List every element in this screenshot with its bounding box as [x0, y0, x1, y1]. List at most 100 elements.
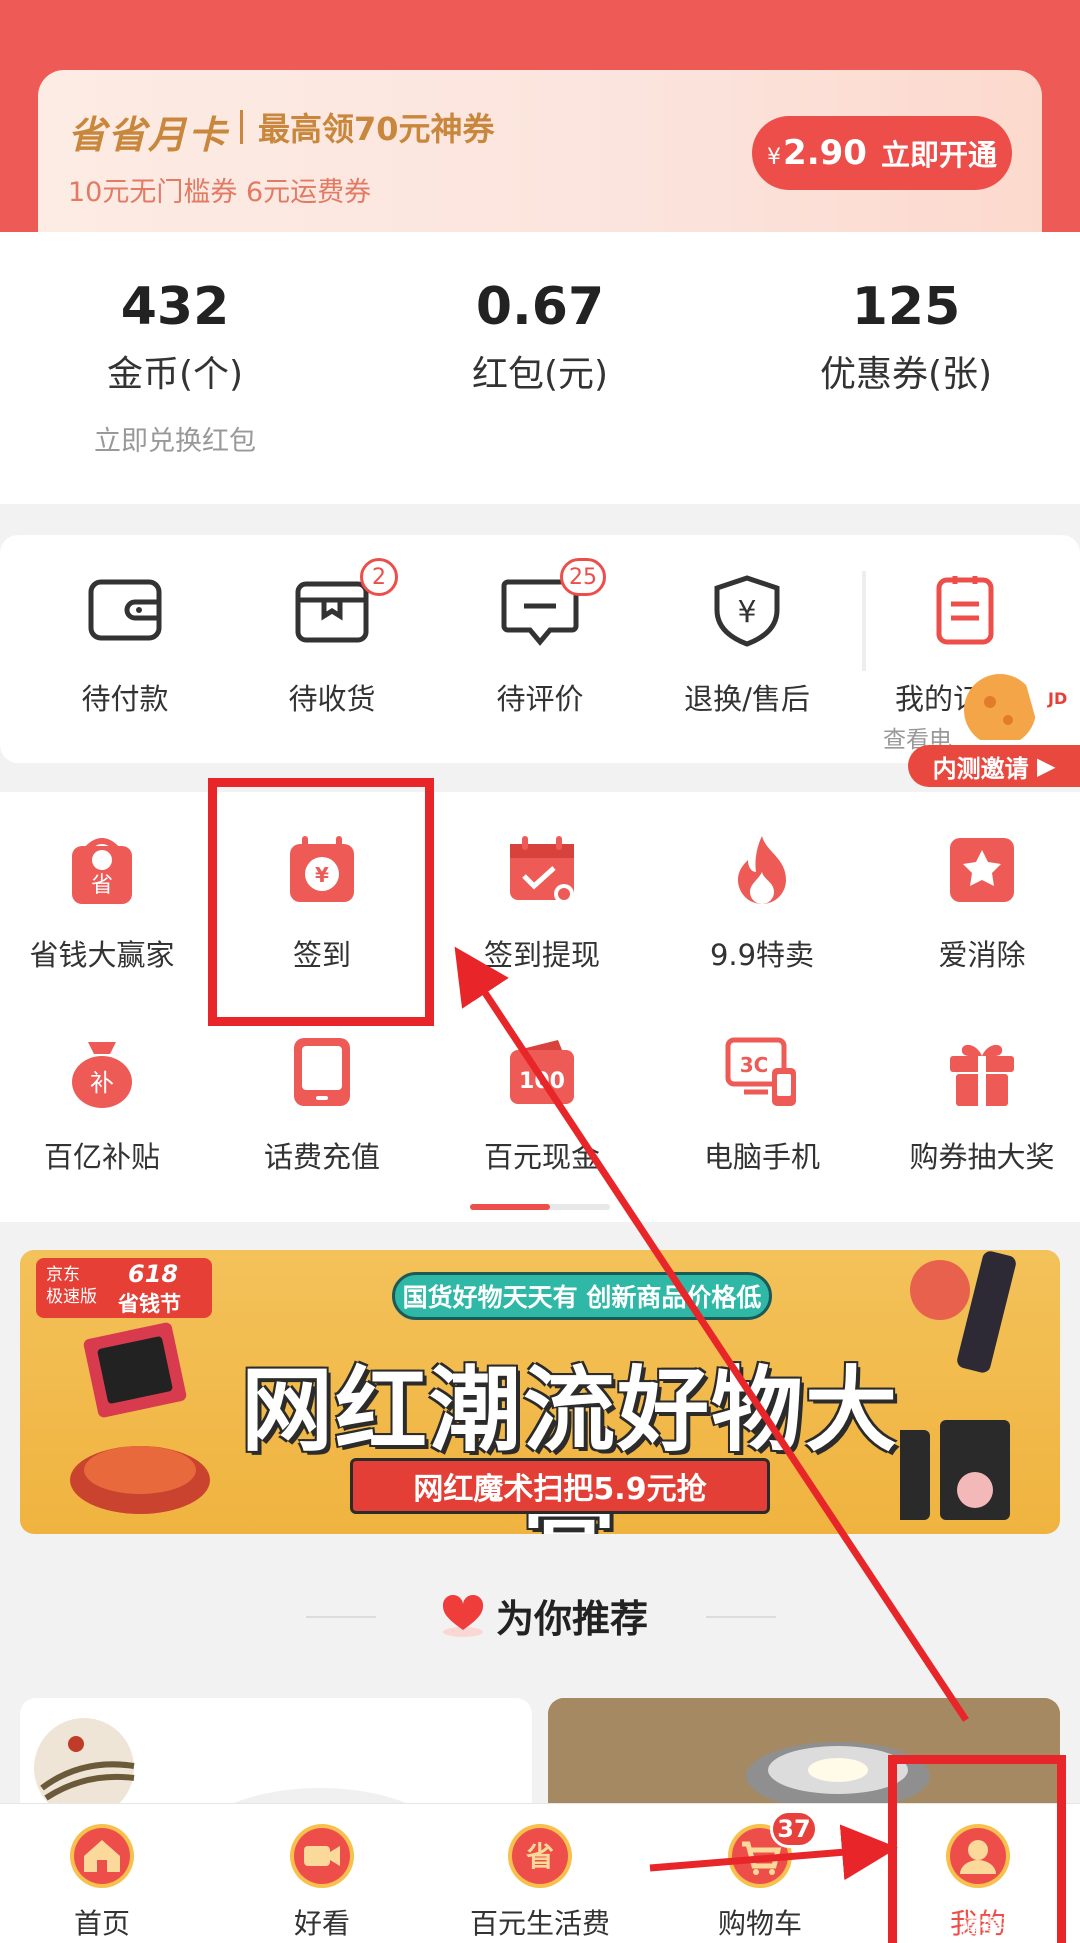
home-icon — [66, 1820, 138, 1892]
service-check-in-cashout[interactable]: 签到提现 — [432, 832, 652, 974]
member-card-brand: 省省月卡 — [68, 113, 229, 157]
member-card[interactable]: 省省月卡 最高领70元神券 10元无门槛券 6元运费券 ¥ 2.90 立即开通 — [38, 70, 1042, 232]
currency-symbol: ¥ — [767, 144, 782, 170]
product-image — [34, 1718, 433, 1818]
order-label: 待付款 — [81, 682, 169, 716]
watermark: 值得买 — [960, 1914, 1020, 1938]
membership-price: 2.90 — [783, 133, 867, 173]
svg-text:¥: ¥ — [737, 595, 756, 630]
service-label: 签到提现 — [483, 938, 600, 972]
tab-label: 百元生活费 — [469, 1907, 610, 1940]
red-packet-label: 红包(元) — [471, 354, 609, 395]
wallet-icon — [85, 570, 165, 650]
member-card-subtitle: 10元无门槛券 6元运费券 — [68, 177, 372, 208]
asset-coupons[interactable]: 125 优惠券(张) — [756, 277, 1056, 397]
video-icon — [286, 1820, 358, 1892]
save-icon: 省 — [504, 1820, 576, 1892]
flame-icon — [724, 832, 800, 908]
tab-label: 首页 — [73, 1907, 130, 1940]
banner-product-image — [70, 1322, 210, 1514]
heart-icon — [442, 1594, 484, 1637]
service-money-winner[interactable]: 省 省钱大赢家 — [0, 832, 212, 974]
tab-cart[interactable]: 37 购物车 — [660, 1810, 860, 1942]
service-label: 百亿补贴 — [43, 1140, 160, 1174]
services-grid: 省 省钱大赢家 ¥ 签到 签到提现 9.9特卖 爱消除 补 百亿补贴 话费充值 … — [0, 792, 1080, 1222]
order-after-sales[interactable]: ¥ 退换/售后 — [657, 570, 837, 718]
highlight-box-check-in — [208, 778, 434, 1026]
asset-red-packet[interactable]: 0.67 红包(元) — [390, 277, 690, 397]
service-label: 购券抽大奖 — [909, 1140, 1055, 1174]
banner-strip: 国货好物天天有 创新商品价格低 — [392, 1272, 772, 1320]
tab-home[interactable]: 首页 — [2, 1820, 202, 1942]
gift-icon — [944, 1034, 1020, 1110]
calendar-check-icon — [504, 832, 580, 908]
service-label: 百元现金 — [483, 1140, 600, 1174]
coins-value: 432 — [120, 277, 230, 337]
asset-coins[interactable]: 432 金币(个) 立即兑换红包 — [25, 277, 325, 458]
order-label: 退换/售后 — [684, 682, 810, 716]
divider — [706, 1616, 776, 1618]
svg-text:省: 省 — [91, 873, 113, 898]
cash-wallet-icon: 100 — [504, 1034, 580, 1110]
service-match-game[interactable]: 爱消除 — [872, 832, 1080, 974]
package-icon: 2 — [292, 558, 398, 650]
svg-text:JD: JD — [1047, 689, 1067, 708]
service-subsidy[interactable]: 补 百亿补贴 — [0, 1034, 212, 1176]
tab-label: 购物车 — [717, 1907, 802, 1940]
order-pending-review[interactable]: 25 待评价 — [450, 558, 630, 718]
coupons-value: 125 — [851, 277, 961, 337]
tab-living-allowance[interactable]: 省 百元生活费 — [440, 1820, 640, 1942]
grid-scroll-indicator — [470, 1204, 610, 1210]
svg-text:100: 100 — [519, 1069, 565, 1094]
service-cash[interactable]: 100 百元现金 — [432, 1034, 652, 1176]
tablet-icon — [284, 1034, 360, 1110]
star-tile-icon — [944, 832, 1020, 908]
refund-icon: ¥ — [707, 570, 787, 650]
coins-label: 金币(个) — [106, 354, 244, 395]
service-label: 爱消除 — [938, 938, 1026, 972]
promo-banner[interactable]: 京东极速版 618 省钱节 国货好物天天有 创新商品价格低 网红潮流好物大赏 网… — [20, 1250, 1060, 1534]
order-badge: 2 — [360, 558, 398, 596]
service-coupon-lottery[interactable]: 购券抽大奖 — [872, 1034, 1080, 1176]
service-phone-topup[interactable]: 话费充值 — [212, 1034, 432, 1176]
tab-label: 好看 — [293, 1907, 350, 1940]
banner-cta[interactable]: 网红魔术扫把5.9元抢 — [350, 1458, 770, 1514]
service-label: 话费充值 — [263, 1140, 380, 1174]
recommend-header: 为你推荐 — [0, 1580, 1080, 1650]
redeem-link[interactable]: 立即兑换红包 — [25, 419, 325, 458]
comment-icon: 25 — [500, 558, 606, 650]
coupons-label: 优惠券(张) — [819, 354, 993, 395]
order-list-icon — [925, 570, 1005, 650]
subsidy-bag-icon: 补 — [64, 1034, 140, 1110]
order-label: 待评价 — [496, 682, 584, 716]
service-label: 省钱大赢家 — [29, 938, 175, 972]
open-membership-label: 立即开通 — [880, 138, 997, 172]
svg-text:补: 补 — [90, 1069, 114, 1097]
banner-tag-brand: 京东 极速版 — [46, 1265, 97, 1307]
order-pending-receipt[interactable]: 2 待收货 — [242, 558, 422, 718]
beta-invite-button[interactable]: 内测邀请 ▶ — [908, 745, 1080, 787]
banner-tag-618: 618 — [128, 1260, 179, 1288]
rocket-icon[interactable]: JD — [960, 660, 1080, 746]
computer-phone-icon: 3C — [724, 1034, 800, 1110]
service-flash-sale[interactable]: 9.9特卖 — [652, 832, 872, 974]
money-bag-icon: 省 — [64, 832, 140, 908]
red-packet-value: 0.67 — [475, 277, 605, 337]
cart-count-badge: 37 — [770, 1810, 818, 1848]
beta-invite-label: 内测邀请 — [932, 754, 1029, 783]
service-label: 电脑手机 — [703, 1140, 820, 1174]
service-computers-phones[interactable]: 3C 电脑手机 — [652, 1034, 872, 1176]
divider — [306, 1616, 376, 1618]
divider — [240, 110, 243, 144]
order-pending-payment[interactable]: 待付款 — [35, 570, 215, 718]
svg-text:省: 省 — [526, 1840, 554, 1873]
open-membership-button[interactable]: ¥ 2.90 立即开通 — [752, 116, 1012, 190]
banner-tag: 京东 极速版 618 省钱节 — [36, 1258, 212, 1318]
banner-tag-festival: 省钱节 — [118, 1292, 181, 1316]
grid-scroll-thumb — [470, 1204, 550, 1210]
order-label: 待收货 — [288, 682, 376, 716]
tab-watch[interactable]: 好看 — [222, 1820, 422, 1942]
member-card-slogan: 最高领70元神券 — [258, 110, 495, 148]
product-card[interactable] — [20, 1698, 532, 1818]
service-label: 9.9特卖 — [709, 938, 815, 972]
